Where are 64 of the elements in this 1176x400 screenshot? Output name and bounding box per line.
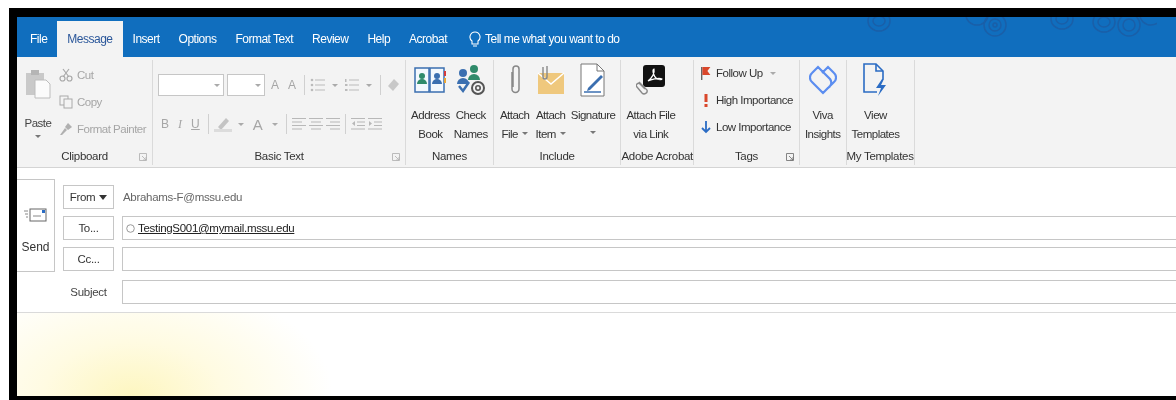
- down-arrow-icon: [700, 120, 712, 134]
- ribbon-tab[interactable]: Insert: [123, 21, 169, 57]
- ribbon-button[interactable]: View Templates: [849, 60, 902, 144]
- group-label: My Templates: [846, 150, 914, 162]
- align-icon: [325, 118, 340, 130]
- ribbon-button[interactable]: Check Names: [451, 60, 490, 144]
- people-at-sign-icon: [455, 62, 486, 98]
- group-label: Basic Text: [254, 150, 304, 162]
- font-name-field[interactable]: [158, 74, 225, 96]
- lightbulb-icon: [468, 30, 481, 48]
- from-button[interactable]: From: [63, 185, 114, 209]
- dialog-launcher-icon[interactable]: [392, 153, 401, 161]
- group-label: Clipboard: [61, 150, 108, 162]
- ribbon-button[interactable]: Attach File: [496, 60, 533, 144]
- to-field[interactable]: TestingS001@mymail.mssu.edu: [122, 216, 1176, 240]
- scissors-icon: [59, 68, 73, 82]
- tag-button[interactable]: Low Importance: [697, 116, 796, 138]
- send-button[interactable]: Send: [17, 179, 55, 272]
- group-label: Adobe Acrobat: [621, 150, 693, 162]
- tag-button[interactable]: High Importance: [697, 89, 796, 111]
- presence-icon: [126, 223, 135, 233]
- subject-field[interactable]: [122, 280, 1176, 304]
- envelope-icon: [23, 207, 48, 223]
- copy-icon: [59, 95, 73, 109]
- numbered-list-icon: [344, 78, 361, 92]
- ribbon-tab[interactable]: Options: [169, 21, 226, 57]
- dialog-launcher-icon[interactable]: [139, 153, 148, 161]
- indent-icon: [367, 118, 382, 130]
- ribbon-tab[interactable]: Message: [57, 21, 123, 57]
- group-label: Names: [431, 150, 467, 162]
- ribbon-tab[interactable]: Review: [303, 21, 358, 57]
- highlighter-icon: [213, 116, 232, 132]
- tell-me-search[interactable]: Tell me what you want to do: [484, 32, 620, 46]
- ribbon-tab[interactable]: Help: [358, 21, 400, 57]
- acrobat-paperclip-icon: [635, 62, 666, 98]
- eraser-icon: [386, 78, 401, 92]
- align-icon: [308, 118, 323, 130]
- clipboard-icon: [25, 68, 51, 100]
- dialog-launcher-icon[interactable]: [785, 153, 794, 161]
- cc-button[interactable]: Cc...: [63, 247, 114, 271]
- font-size-field[interactable]: [227, 74, 266, 96]
- tag-button[interactable]: Follow Up: [697, 62, 796, 84]
- ribbon-button[interactable]: Address Book: [409, 60, 452, 144]
- from-address: Abrahams-F@mssu.edu: [122, 191, 243, 203]
- to-button[interactable]: To...: [63, 216, 114, 240]
- message-body[interactable]: [17, 312, 1176, 396]
- ribbon-tab[interactable]: File: [21, 21, 57, 57]
- subject-label: Subject: [69, 286, 108, 298]
- document-pen-icon: [579, 62, 608, 98]
- align-icon: [291, 118, 306, 130]
- bullet-list-icon: [310, 78, 327, 92]
- ribbon-tab[interactable]: Acrobat: [400, 21, 456, 57]
- ribbon-tab[interactable]: Format Text: [226, 21, 303, 57]
- group-label: Tags: [734, 150, 758, 162]
- cc-field[interactable]: [122, 247, 1176, 271]
- ribbon-button[interactable]: Attach File via Link: [624, 60, 678, 144]
- indent-icon: [350, 118, 365, 130]
- ribbon-button[interactable]: Attach Item: [532, 60, 569, 144]
- ribbon-button[interactable]: Signature: [568, 60, 618, 140]
- flag-icon: [700, 66, 712, 80]
- recipient-address[interactable]: TestingS001@mymail.mssu.edu: [138, 222, 295, 234]
- paintbrush-icon: [59, 122, 73, 136]
- group-label: Include: [539, 150, 575, 162]
- ribbon-button[interactable]: Viva Insights: [802, 60, 843, 144]
